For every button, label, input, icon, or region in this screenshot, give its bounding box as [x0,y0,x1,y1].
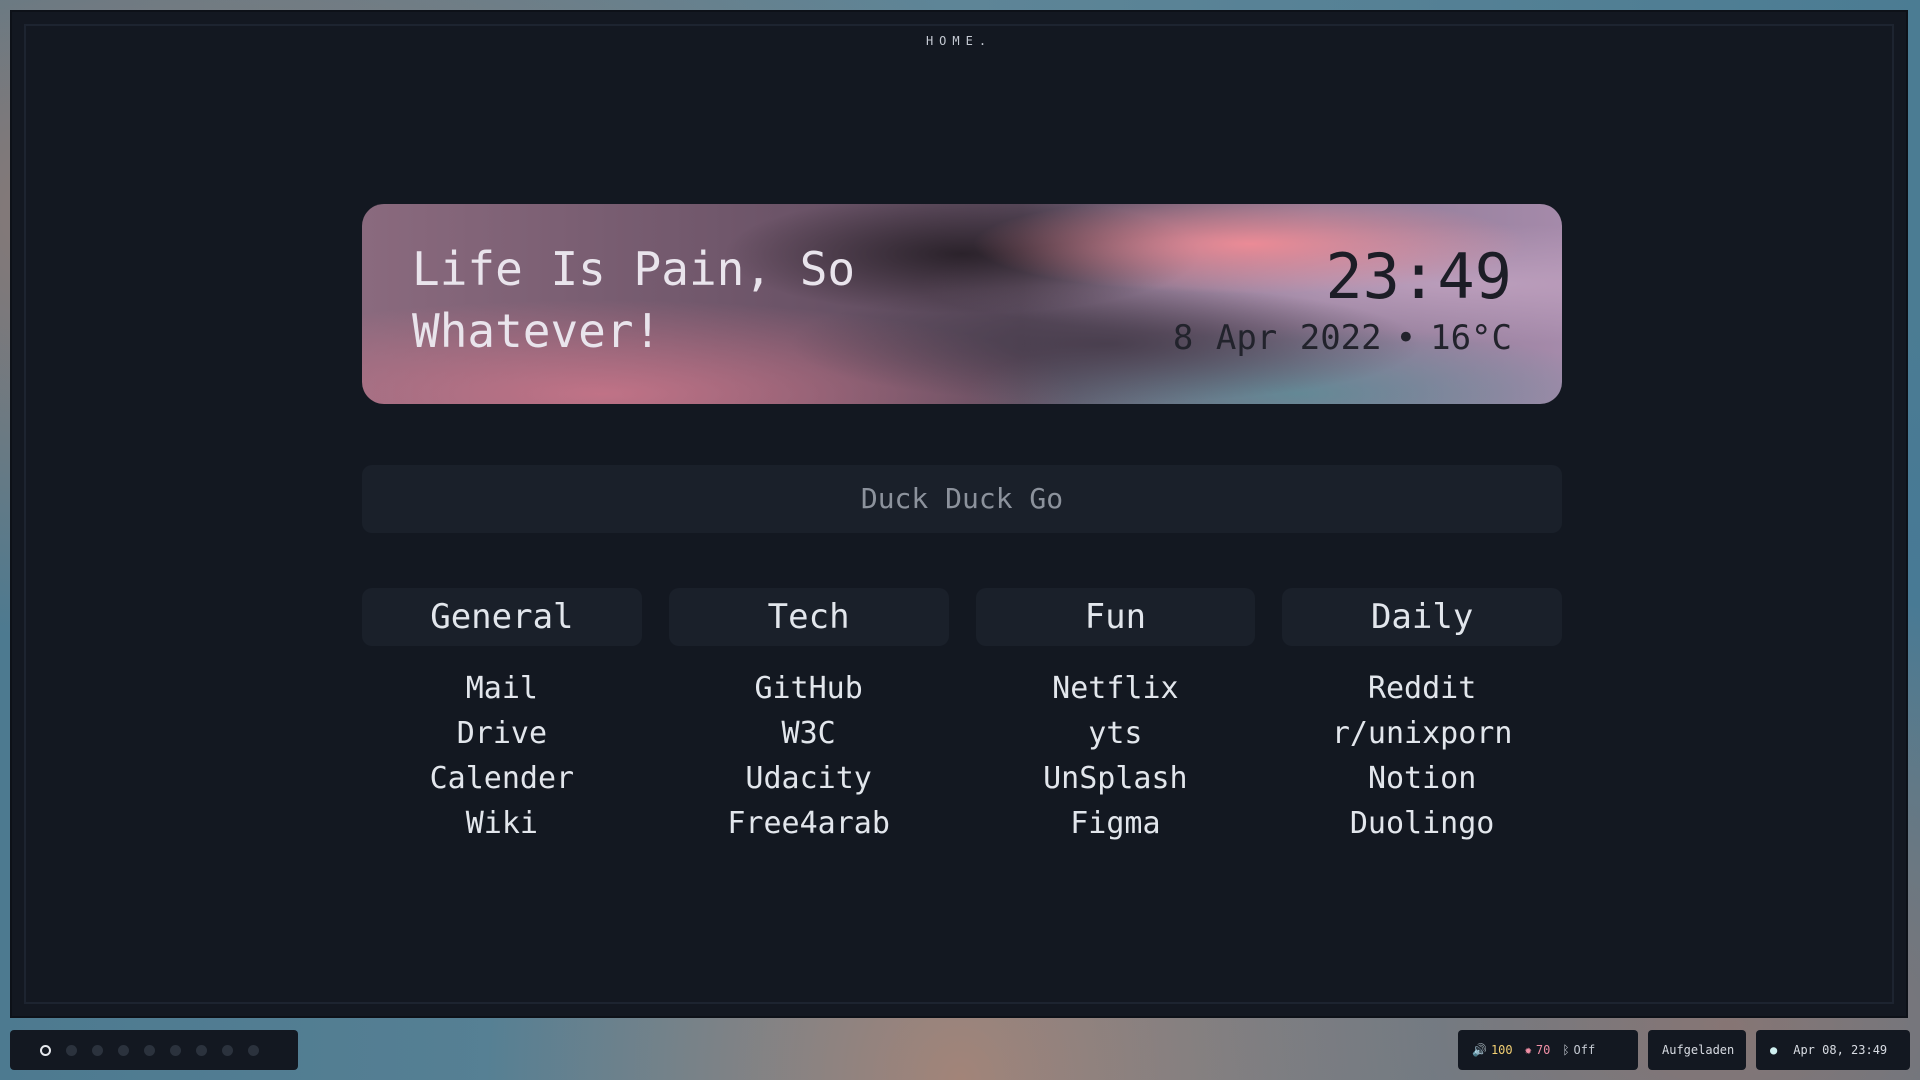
search-input[interactable]: Duck Duck Go [362,465,1562,533]
clock-widget[interactable]: ● Apr 08, 23:49 [1756,1030,1910,1070]
column-title: Tech [668,588,949,646]
bookmark-column-tech: Tech GitHub W3C Udacity Free4arab [668,588,949,846]
bookmark-link[interactable]: Udacity [669,756,949,801]
bookmark-column-fun: Fun Netflix yts UnSplash Figma [975,588,1256,846]
column-title: Fun [975,588,1256,646]
workspace-indicator[interactable] [118,1044,129,1056]
bookmark-column-general: General Mail Drive Calender Wiki [362,588,642,846]
bookmark-link[interactable]: Netflix [976,666,1256,711]
hero-separator: • [1395,318,1417,358]
workspace-indicator[interactable] [92,1044,103,1056]
bookmark-link[interactable]: Calender [362,756,642,801]
bookmark-link[interactable]: Wiki [362,801,642,846]
browser-window: HOME. Life Is Pain, So Whatever! 23:49 8… [10,10,1908,1018]
status-tray: 🔊 100 ✹ 70 ᛒ Off [1458,1030,1638,1070]
bookmark-columns: General Mail Drive Calender Wiki Tech Gi… [362,588,1562,846]
bluetooth-icon: ᛒ [1562,1043,1570,1057]
battery-status[interactable]: Aufgeladen [1648,1030,1746,1070]
workspace-indicator[interactable] [222,1044,233,1056]
clock-icon: ● [1770,1043,1778,1057]
bookmark-link[interactable]: W3C [669,711,949,756]
hero-quote: Life Is Pain, So Whatever! [412,242,856,358]
taskbar-datetime: Apr 08, 23:49 [1793,1043,1888,1057]
bookmark-link[interactable]: GitHub [669,666,949,711]
bookmark-link[interactable]: Duolingo [1282,801,1562,846]
battery-label: Aufgeladen [1662,1043,1735,1057]
brightness-icon: ✹ [1524,1043,1532,1057]
hero-info: 23:49 8 Apr 2022 • 16°C [1173,240,1512,359]
hero-temperature: 16°C [1430,318,1512,358]
bluetooth-widget[interactable]: ᛒ Off [1562,1043,1595,1057]
workspace-indicator[interactable] [196,1044,207,1056]
hero-time: 23:49 [1325,240,1512,313]
workspace-indicator[interactable] [40,1044,51,1056]
window-title: HOME. [925,34,993,48]
volume-widget[interactable]: 🔊 100 [1472,1043,1513,1057]
workspace-indicator[interactable] [170,1044,181,1056]
bookmark-link[interactable]: Reddit [1282,666,1562,711]
workspace-indicator[interactable] [248,1044,259,1056]
bookmark-link[interactable]: Mail [362,666,642,711]
hero-date: 8 Apr 2022 [1172,318,1382,358]
bookmark-link[interactable]: Free4arab [669,801,949,846]
column-title: General [362,588,642,646]
bookmark-link[interactable]: yts [976,711,1256,756]
hero-date-weather: 8 Apr 2022 • 16°C [1173,318,1512,358]
bookmark-link[interactable]: Drive [362,711,642,756]
column-title: Daily [1282,588,1562,646]
workspace-switcher [10,1030,298,1070]
bookmark-link[interactable]: r/unixporn [1282,711,1562,756]
workspace-indicator[interactable] [66,1044,77,1056]
workspace-indicator[interactable] [144,1044,155,1056]
bookmark-link[interactable]: Notion [1282,756,1562,801]
volume-icon: 🔊 [1472,1043,1487,1057]
bookmark-link[interactable]: Figma [976,801,1256,846]
bookmark-link[interactable]: UnSplash [976,756,1256,801]
bookmark-column-daily: Daily Reddit r/unixporn Notion Duolingo [1282,588,1562,846]
brightness-widget[interactable]: ✹ 70 [1525,1043,1551,1057]
hero-banner: Life Is Pain, So Whatever! 23:49 8 Apr 2… [362,204,1562,404]
